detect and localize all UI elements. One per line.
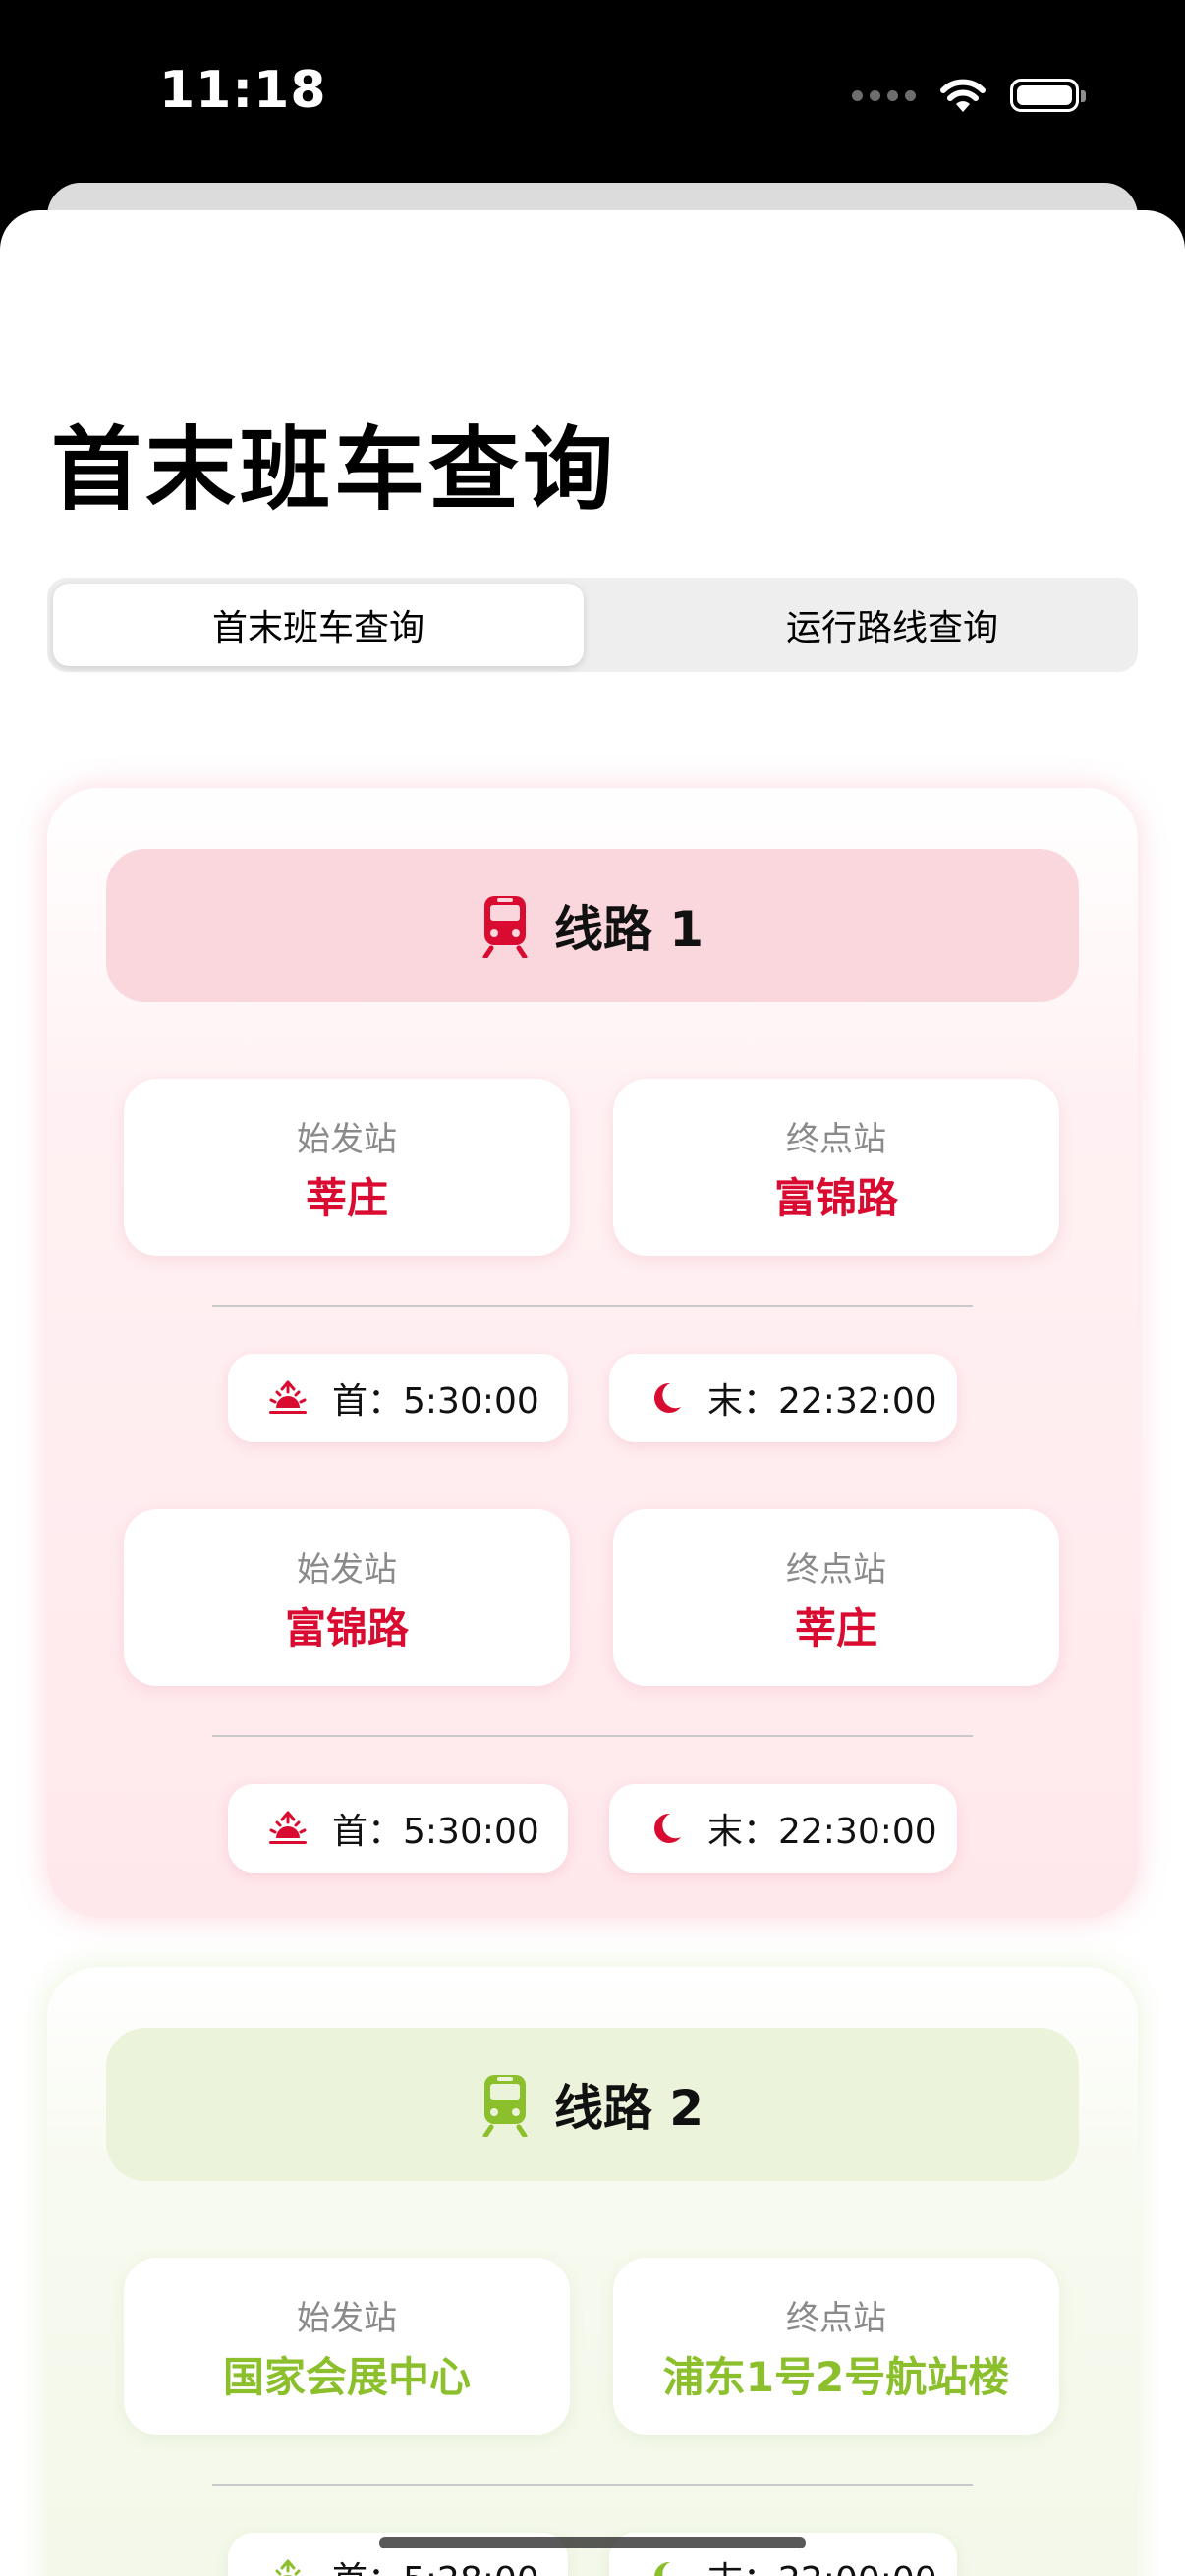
sunrise-icon: [267, 1811, 309, 1846]
end-station-label: 终点站: [786, 1120, 886, 1159]
last-train-time: 末：22:00:00: [707, 2551, 937, 2576]
last-train-time: 末：22:32:00: [707, 1381, 937, 1422]
divider: [212, 1735, 973, 1737]
end-station-name: 富锦路: [773, 1174, 898, 1222]
segmented-control: 首末班车查询 运行路线查询: [47, 578, 1138, 672]
start-station-label: 始发站: [297, 1120, 397, 1159]
status-icons: [852, 71, 1086, 120]
divider: [212, 1305, 973, 1307]
end-station-label: 终点站: [786, 1550, 886, 1590]
first-train-time: 首：5:30:00: [332, 1812, 539, 1852]
status-time: 11:18: [159, 61, 327, 120]
line-card: 线路 2 始发站 国家会展中心 终点站 浦东1号2号航站楼 首：5:28:00 …: [47, 1967, 1138, 2576]
home-indicator[interactable]: [379, 2537, 806, 2548]
first-train-pill: 首：5:30:00: [228, 1354, 568, 1442]
first-train-time: 首：5:30:00: [332, 1381, 539, 1422]
start-station-name: 莘庄: [305, 1174, 388, 1222]
start-station-name: 国家会展中心: [222, 2353, 471, 2401]
moon-icon: [649, 1380, 684, 1416]
tram-icon: [482, 2075, 528, 2137]
divider: [212, 2484, 973, 2486]
start-station-card: 始发站 国家会展中心: [124, 2258, 570, 2435]
end-station-label: 终点站: [786, 2299, 886, 2338]
last-train-time: 末：22:30:00: [707, 1812, 937, 1852]
battery-icon: [1010, 79, 1086, 112]
page-title: 首末班车查询: [51, 418, 618, 523]
end-station-name: 莘庄: [794, 1604, 877, 1652]
line-name: 线路 2: [553, 2080, 705, 2137]
end-station-card: 终点站 莘庄: [613, 1509, 1059, 1686]
tab-route-query[interactable]: 运行路线查询: [637, 584, 1148, 666]
start-station-name: 富锦路: [284, 1604, 409, 1652]
first-train-pill: 首：5:30:00: [228, 1784, 568, 1873]
moon-icon: [649, 1811, 684, 1846]
sunrise-icon: [267, 2559, 309, 2576]
start-station-label: 始发站: [297, 2299, 397, 2338]
wifi-icon: [940, 79, 986, 112]
line-name: 线路 1: [553, 901, 705, 958]
first-train-time: 首：5:28:00: [332, 2551, 539, 2576]
line-header[interactable]: 线路 2: [106, 2028, 1079, 2181]
main-sheet: 首末班车查询 首末班车查询 运行路线查询 线路 1 始发站 莘庄 终点站 富锦路: [0, 210, 1185, 2576]
end-station-name: 浦东1号2号航站楼: [662, 2353, 1010, 2401]
tab-first-last-train[interactable]: 首末班车查询: [53, 584, 584, 666]
status-bar: 11:18: [0, 0, 1185, 187]
end-station-card: 终点站 浦东1号2号航站楼: [613, 2258, 1059, 2435]
start-station-card: 始发站 莘庄: [124, 1079, 570, 1256]
start-station-card: 始发站 富锦路: [124, 1509, 570, 1686]
end-station-card: 终点站 富锦路: [613, 1079, 1059, 1256]
tram-icon: [482, 896, 528, 958]
sunrise-icon: [267, 1380, 309, 1416]
cellular-signal-icon: [852, 89, 916, 101]
moon-icon: [649, 2559, 684, 2576]
line-card: 线路 1 始发站 莘庄 终点站 富锦路 首：5:30:00 末：22:32:00…: [47, 788, 1138, 1918]
last-train-pill: 末：22:30:00: [609, 1784, 957, 1873]
start-station-label: 始发站: [297, 1550, 397, 1590]
line-header[interactable]: 线路 1: [106, 849, 1079, 1002]
last-train-pill: 末：22:32:00: [609, 1354, 957, 1442]
